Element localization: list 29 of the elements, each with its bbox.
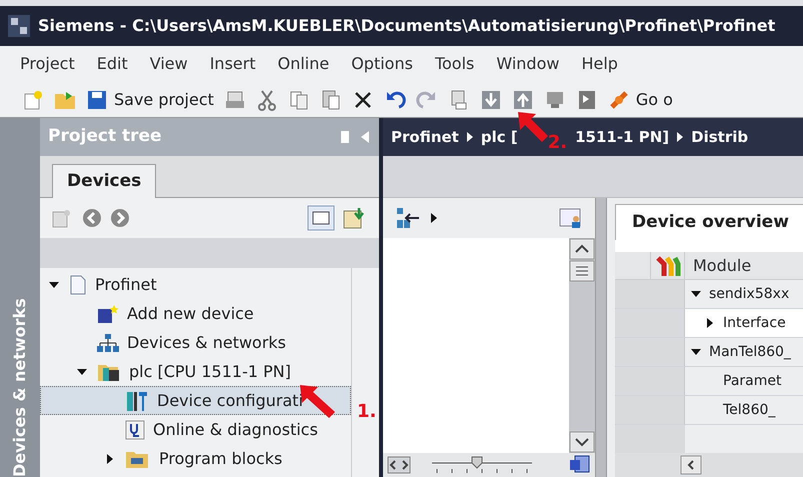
menu-item[interactable]: Help [581, 52, 618, 76]
annotation-label: 2. [548, 131, 568, 155]
tree-item[interactable]: Profinet [40, 270, 351, 299]
menu-item[interactable]: Edit [96, 52, 128, 76]
module-cell[interactable]: Interface [685, 309, 803, 337]
menu-item[interactable]: Options [351, 52, 413, 76]
tree-item[interactable]: Device configurati [40, 386, 351, 415]
menu-item[interactable]: Insert [210, 52, 256, 76]
menu-item[interactable]: Project [20, 52, 75, 76]
go-online-button[interactable]: Go o [636, 88, 673, 112]
window-title: Siemens - C:\Users\AmsM.KUEBLER\Documents\Automatisierung\Profinet\Profinet [38, 15, 776, 37]
breadcrumb-item[interactable]: Distrib [691, 126, 748, 148]
menu-item[interactable]: Window [496, 52, 560, 76]
tree-item[interactable]: Add new device [40, 299, 351, 328]
menu-item[interactable]: Online [278, 52, 330, 76]
tree-item[interactable]: Online & diagnostics [40, 415, 351, 444]
tree-item[interactable]: Devices & networks [40, 328, 351, 357]
tree-item[interactable]: plc [CPU 1511-1 PN] [40, 357, 351, 386]
panel-title: Project tree [48, 125, 162, 148]
breadcrumb-item[interactable]: 1511-1 PN] [575, 126, 670, 148]
tree-item[interactable]: Program blocks [40, 444, 351, 473]
menu-item[interactable]: Tools [434, 52, 474, 76]
panel-tab[interactable]: Devices [52, 164, 156, 198]
menu-item[interactable]: View [150, 52, 188, 76]
breadcrumb-item[interactable]: Profinet [391, 126, 459, 148]
annotation-label: 1. [357, 400, 376, 424]
save-project-button[interactable]: Save project [114, 88, 214, 112]
breadcrumb-item[interactable]: plc [ [480, 126, 518, 148]
panel-tab[interactable]: Device overview [615, 204, 803, 240]
